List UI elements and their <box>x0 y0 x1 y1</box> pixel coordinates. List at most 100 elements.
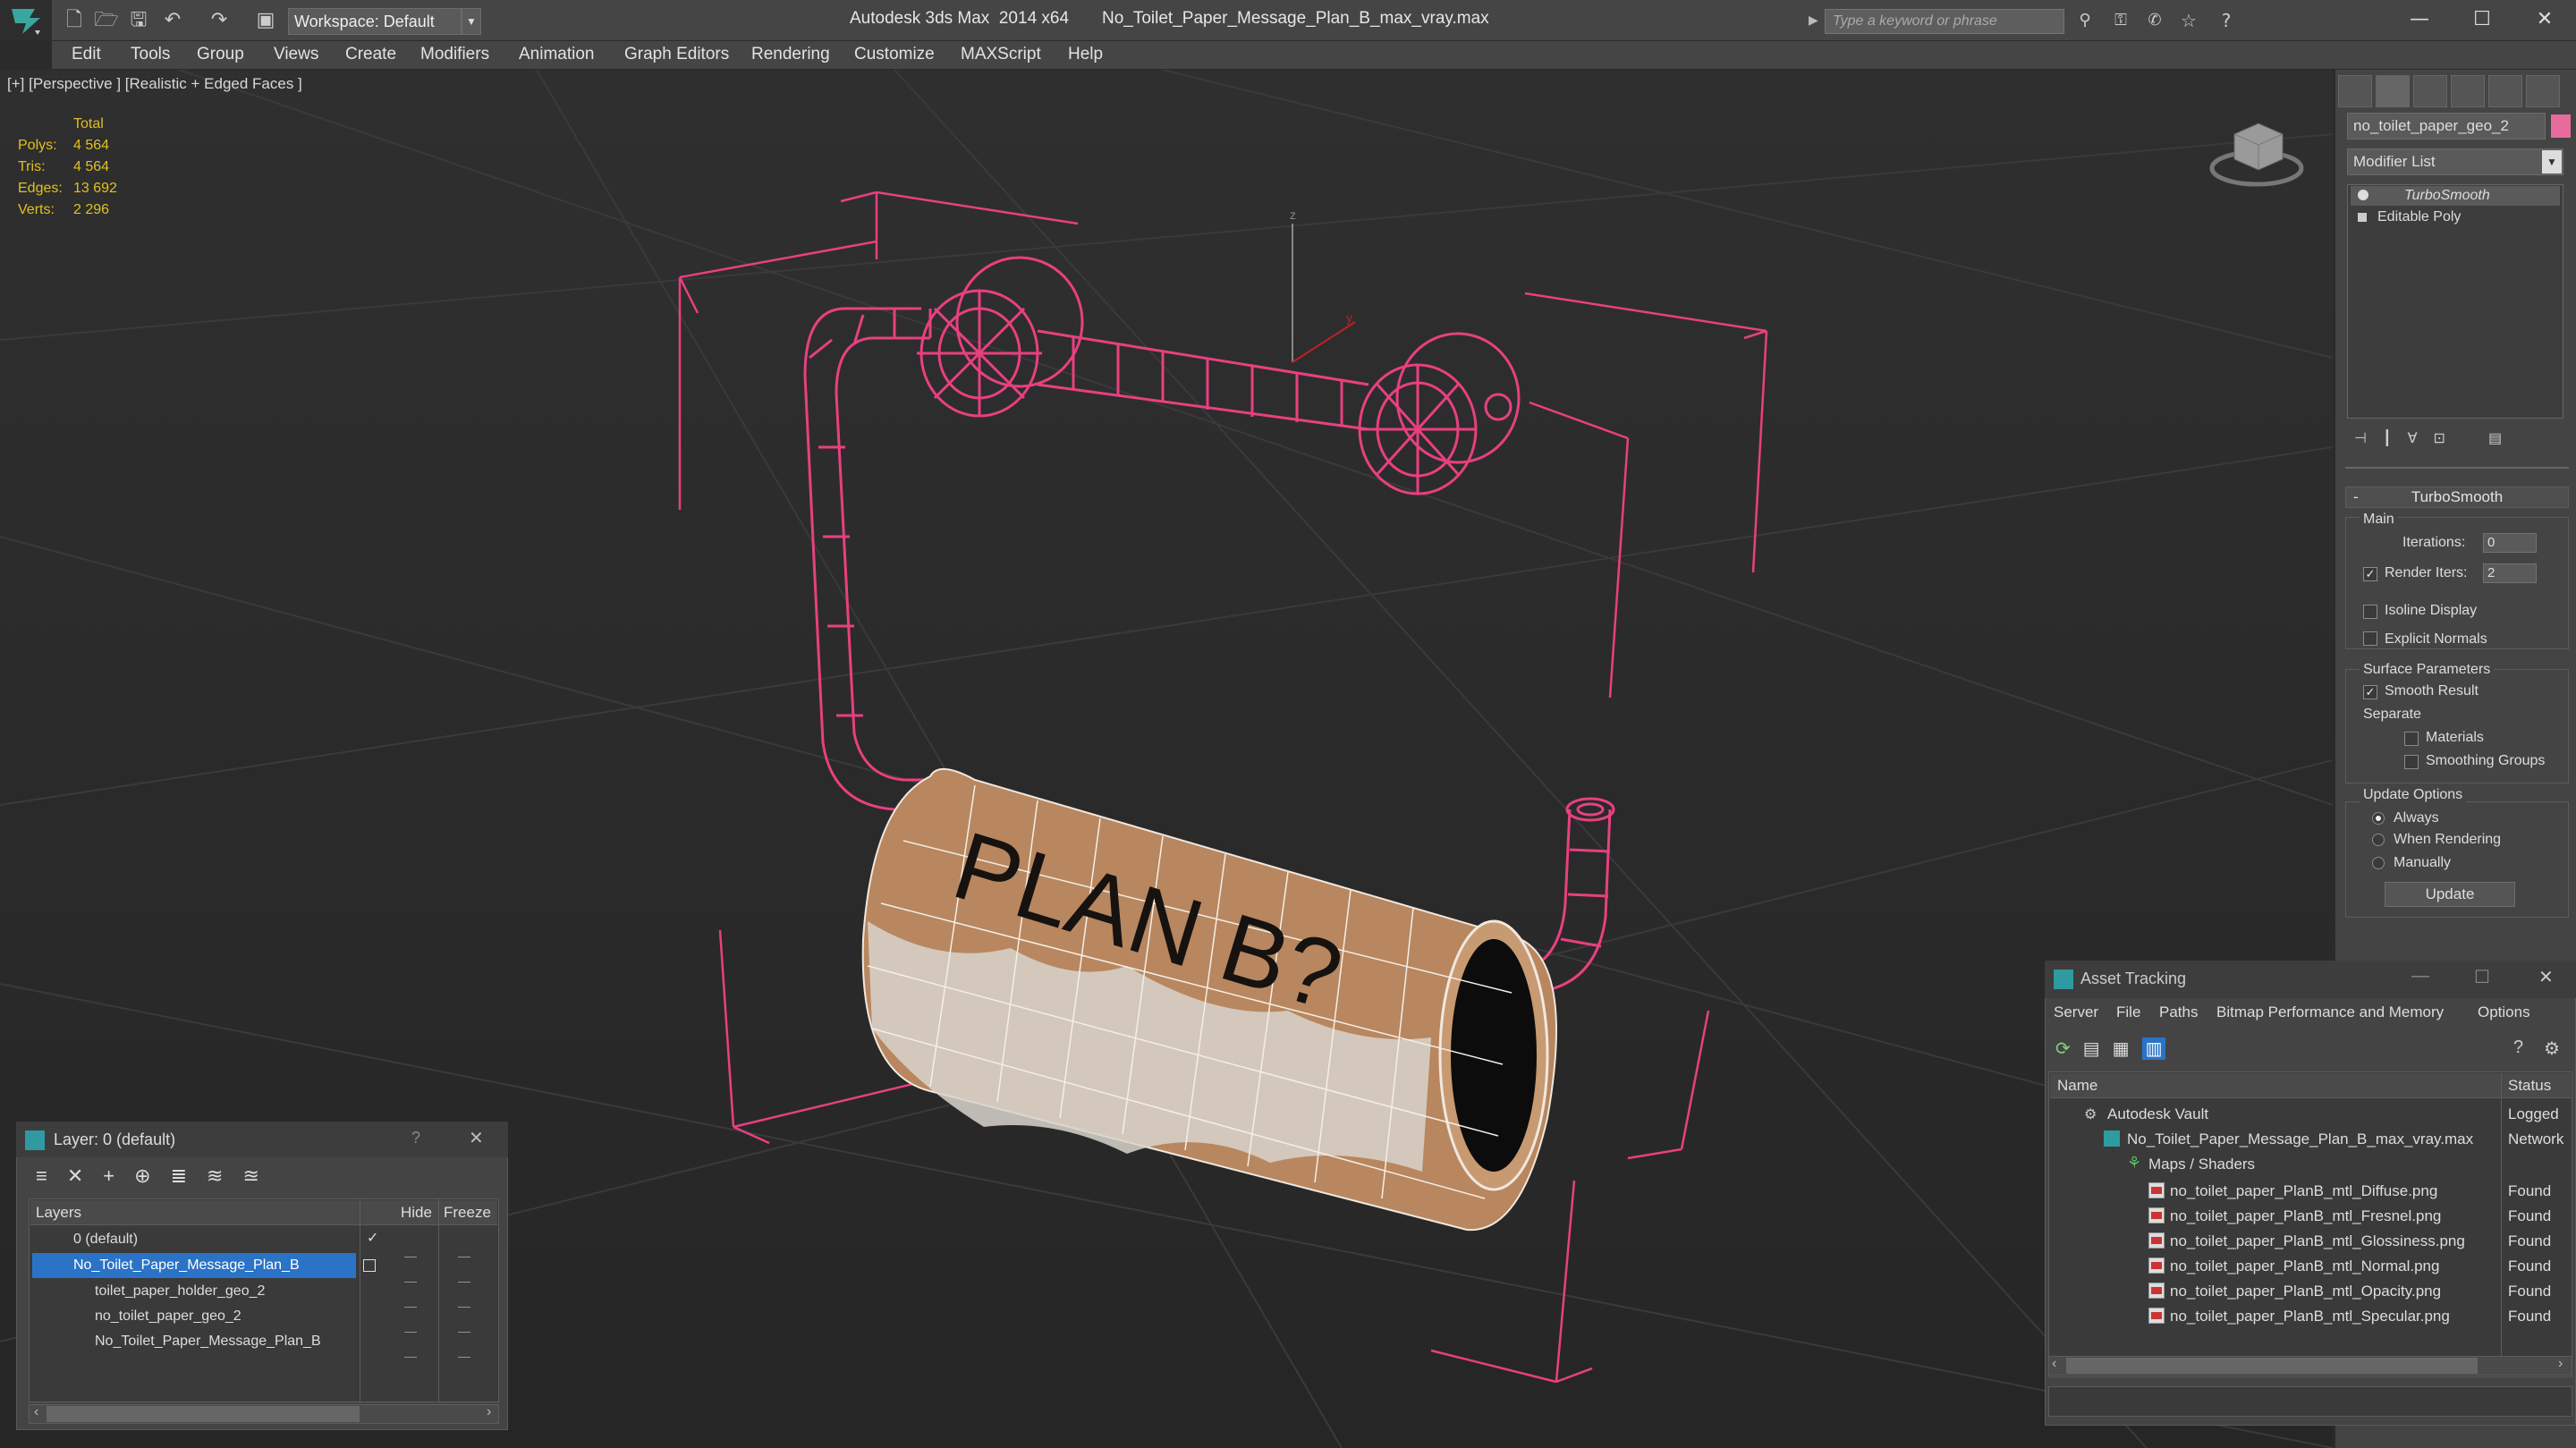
table-view-icon[interactable]: ▥ <box>2141 1037 2166 1060</box>
new-file-icon[interactable]: 🗋 <box>61 9 88 32</box>
iterations-spinner[interactable]: 0 <box>2483 533 2537 553</box>
save-file-icon[interactable]: 🖫 <box>125 9 152 32</box>
asset-menu-file[interactable]: File <box>2116 1003 2140 1021</box>
redo-icon[interactable]: ↷ <box>206 9 233 32</box>
turbosmooth-rollout-header[interactable]: - TurboSmooth <box>2345 487 2569 508</box>
chevron-left-icon[interactable]: ‹ <box>34 1404 38 1420</box>
object-color-swatch[interactable] <box>2551 114 2571 138</box>
display-tab-icon[interactable] <box>2488 75 2522 107</box>
stack-item-editable-poly[interactable]: Editable Poly <box>2351 207 2560 227</box>
asset-row[interactable]: no_toilet_paper_PlanB_mtl_Normal.png <box>2050 1254 2571 1279</box>
asset-menu-bitmap-performance[interactable]: Bitmap Performance and Memory <box>2216 1003 2444 1021</box>
chevron-down-icon[interactable]: ▼ <box>2542 150 2562 174</box>
project-folder-icon[interactable]: ▣ <box>252 9 279 32</box>
when-rendering-radio[interactable] <box>2372 834 2385 846</box>
layer-object-row[interactable]: no_toilet_paper_geo_2 <box>30 1304 496 1329</box>
menu-help[interactable]: Help <box>1068 45 1103 64</box>
motion-tab-icon[interactable] <box>2451 75 2485 107</box>
col-status[interactable]: Status <box>2508 1077 2551 1095</box>
show-end-result-icon[interactable]: ┃ <box>2383 429 2392 453</box>
viewcube-icon[interactable] <box>2209 123 2304 187</box>
create-tab-icon[interactable] <box>2338 75 2372 107</box>
menu-tools[interactable]: Tools <box>131 45 170 64</box>
menu-views[interactable]: Views <box>274 45 318 64</box>
modifier-list-dropdown[interactable]: Modifier List <box>2347 148 2563 175</box>
menu-create[interactable]: Create <box>345 45 396 64</box>
chevron-left-icon[interactable]: ‹ <box>2052 1356 2056 1372</box>
object-name-field[interactable]: no_toilet_paper_geo_2 <box>2347 113 2546 140</box>
manually-radio[interactable] <box>2372 857 2385 869</box>
asset-row[interactable]: Autodesk Vault <box>2050 1102 2571 1127</box>
select-objects-icon[interactable]: ⊕ <box>134 1164 150 1191</box>
scrollbar-thumb[interactable] <box>47 1406 360 1422</box>
asset-menu-options[interactable]: Options <box>2478 1003 2530 1021</box>
col-name[interactable]: Name <box>2057 1077 2097 1095</box>
col-freeze[interactable]: Freeze <box>444 1204 491 1222</box>
layer-row[interactable]: 0 (default) <box>30 1227 496 1252</box>
pin-stack-icon[interactable]: ⊣ <box>2354 429 2367 453</box>
hide-column-values[interactable]: — — — — — <box>404 1243 417 1368</box>
asset-row[interactable]: no_toilet_paper_PlanB_mtl_Diffuse.png <box>2050 1179 2571 1204</box>
configure-sets-icon[interactable]: ▤ <box>2488 429 2502 453</box>
menu-animation[interactable]: Animation <box>519 45 595 64</box>
search-input[interactable]: Type a keyword or phrase <box>1825 9 2064 34</box>
maximize-button[interactable]: ☐ <box>2474 966 2490 988</box>
col-hide[interactable]: Hide <box>401 1204 432 1222</box>
thumbnail-view-icon[interactable]: ▦ <box>2113 1037 2130 1060</box>
remove-modifier-icon[interactable]: ⊡ <box>2434 429 2445 453</box>
hide-all-icon[interactable]: ≋ <box>207 1164 223 1191</box>
layer-row[interactable]: No_Toilet_Paper_Message_Plan_B <box>32 1253 356 1278</box>
smooth-result-checkbox[interactable]: ✓ <box>2363 685 2377 699</box>
update-button[interactable]: Update <box>2385 882 2515 907</box>
menu-graph-editors[interactable]: Graph Editors <box>624 45 729 64</box>
minimize-button[interactable]: — <box>2388 0 2451 39</box>
chevron-right-icon[interactable]: › <box>2558 1356 2563 1372</box>
vault-options-icon[interactable]: ⚙ <box>2544 1037 2560 1060</box>
menu-modifiers[interactable]: Modifiers <box>420 45 489 64</box>
lightbulb-icon[interactable] <box>2358 190 2368 200</box>
render-iters-spinner[interactable]: 2 <box>2483 563 2537 583</box>
add-to-layer-icon[interactable]: + <box>103 1164 114 1191</box>
minimize-button[interactable]: — <box>2411 966 2429 987</box>
open-file-icon[interactable]: 🗁 <box>93 9 120 32</box>
always-radio[interactable] <box>2372 812 2385 825</box>
render-iters-checkbox[interactable]: ✓ <box>2363 567 2377 581</box>
workspace-dropdown[interactable]: Workspace: Default <box>288 8 462 35</box>
set-current-checkbox[interactable] <box>363 1259 376 1272</box>
menu-rendering[interactable]: Rendering <box>751 45 830 64</box>
chevron-right-icon[interactable]: › <box>487 1404 491 1420</box>
modify-tab-icon[interactable] <box>2376 75 2410 107</box>
menu-maxscript[interactable]: MAXScript <box>961 45 1041 64</box>
refresh-icon[interactable]: ⟳ <box>2055 1037 2071 1060</box>
asset-row[interactable]: no_toilet_paper_PlanB_mtl_Specular.png <box>2050 1304 2571 1329</box>
asset-menu-paths[interactable]: Paths <box>2159 1003 2198 1021</box>
menu-group[interactable]: Group <box>197 45 244 64</box>
asset-path-field[interactable] <box>2048 1386 2572 1417</box>
materials-checkbox[interactable] <box>2404 732 2419 746</box>
delete-layer-icon[interactable]: ✕ <box>67 1164 83 1191</box>
smoothing-groups-checkbox[interactable] <box>2404 755 2419 769</box>
expand-icon[interactable] <box>2358 213 2367 222</box>
stack-item-turbosmooth[interactable]: TurboSmooth <box>2351 186 2560 206</box>
favorites-star-icon[interactable]: ☆ <box>2175 9 2202 32</box>
explicit-normals-checkbox[interactable] <box>2363 631 2377 646</box>
layer-object-row[interactable]: No_Toilet_Paper_Message_Plan_B <box>30 1329 496 1354</box>
subscription-icon[interactable]: ⚿ <box>2107 9 2134 32</box>
chevron-down-icon[interactable]: ▼ <box>462 8 481 35</box>
undo-icon[interactable]: ↶ <box>159 9 186 32</box>
close-button[interactable]: ✕ <box>2513 0 2576 39</box>
asset-row[interactable]: No_Toilet_Paper_Message_Plan_B_max_vray.… <box>2050 1127 2571 1152</box>
close-icon[interactable]: ✕ <box>469 1127 484 1149</box>
viewport-label[interactable]: [+] [Perspective ] [Realistic + Edged Fa… <box>7 75 302 93</box>
col-layers[interactable]: Layers <box>36 1204 81 1222</box>
maximize-button[interactable]: ☐ <box>2451 0 2513 39</box>
asset-menu-server[interactable]: Server <box>2054 1003 2098 1021</box>
new-layer-icon[interactable]: ≡ <box>36 1164 47 1191</box>
freeze-column-values[interactable]: — — — — — <box>458 1243 470 1368</box>
help-icon[interactable]: ? <box>2513 1037 2523 1058</box>
asset-row[interactable]: no_toilet_paper_PlanB_mtl_Opacity.png <box>2050 1279 2571 1304</box>
help-icon[interactable]: ? <box>2213 9 2240 32</box>
search-expand-icon[interactable]: ▶ <box>1809 13 1818 28</box>
menu-customize[interactable]: Customize <box>854 45 935 64</box>
binoculars-icon[interactable]: ⚲ <box>2072 9 2098 32</box>
